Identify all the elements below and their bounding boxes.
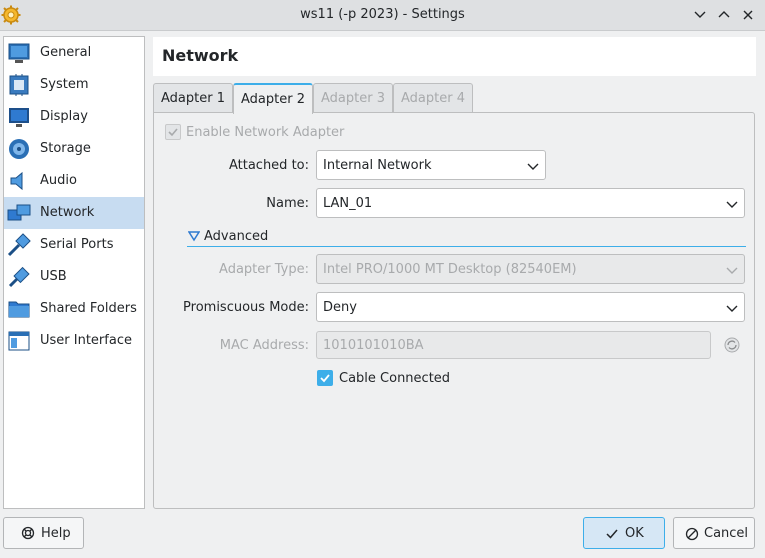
tab-label: Adapter 2 xyxy=(241,92,305,107)
adapter-type-value: Intel PRO/1000 MT Desktop (82540EM) xyxy=(323,262,577,277)
help-button[interactable]: Help xyxy=(3,517,84,549)
mac-address-label: MAC Address: xyxy=(219,338,309,353)
lifebuoy-icon xyxy=(21,526,35,540)
enable-adapter-label: Enable Network Adapter xyxy=(186,125,345,140)
sidebar-item-system[interactable]: System xyxy=(4,69,144,101)
adapter-type-label: Adapter Type: xyxy=(219,262,309,277)
chevron-down-icon xyxy=(726,267,738,274)
tab-label: Adapter 3 xyxy=(321,91,385,106)
storage-icon xyxy=(9,139,29,159)
sidebar-item-label: Audio xyxy=(40,173,77,188)
usb-icon xyxy=(8,266,30,288)
cancel-label: Cancel xyxy=(704,526,749,541)
name-label: Name: xyxy=(266,196,309,211)
sidebar-item-label: Network xyxy=(40,205,95,220)
attached-to-value: Internal Network xyxy=(323,158,432,173)
ok-label: OK xyxy=(625,526,644,541)
tab-label: Adapter 1 xyxy=(161,91,225,106)
title-bar: ws11 (-p 2023) - Settings xyxy=(0,0,765,31)
help-label: Help xyxy=(41,526,71,541)
refresh-mac-button[interactable] xyxy=(723,336,741,354)
general-icon xyxy=(8,43,30,63)
sidebar-item-serial-ports[interactable]: Serial Ports xyxy=(4,229,144,261)
maximize-button[interactable] xyxy=(715,6,733,24)
sidebar-item-shared-folders[interactable]: Shared Folders xyxy=(4,293,144,325)
audio-icon xyxy=(10,171,23,191)
enable-adapter-checkbox[interactable] xyxy=(165,124,181,140)
tab-label: Adapter 4 xyxy=(401,91,465,106)
promiscuous-mode-select[interactable]: Deny xyxy=(316,292,745,322)
tab-adapter-4[interactable]: Adapter 4 xyxy=(393,83,473,113)
checkmark-icon xyxy=(320,374,330,383)
window-title: ws11 (-p 2023) - Settings xyxy=(300,7,465,22)
promiscuous-mode-value: Deny xyxy=(323,300,357,315)
sidebar-item-usb[interactable]: USB xyxy=(4,261,144,293)
page-title: Network xyxy=(162,46,239,65)
promiscuous-mode-label: Promiscuous Mode: xyxy=(183,300,309,315)
minimize-button[interactable] xyxy=(691,6,709,24)
close-button[interactable] xyxy=(739,6,757,24)
system-icon xyxy=(9,74,29,96)
user-interface-icon xyxy=(8,331,30,351)
cable-connected-checkbox[interactable] xyxy=(317,370,333,386)
checkmark-icon xyxy=(168,128,178,137)
tab-adapter-2[interactable]: Adapter 2 xyxy=(233,83,313,114)
adapter-type-select[interactable]: Intel PRO/1000 MT Desktop (82540EM) xyxy=(316,254,745,284)
sidebar-item-label: Shared Folders xyxy=(40,301,137,316)
sidebar-item-general[interactable]: General xyxy=(4,37,144,69)
settings-sidebar: General System Display Storage Audio Net… xyxy=(3,36,145,509)
sidebar-item-label: Serial Ports xyxy=(40,237,114,252)
sidebar-item-network[interactable]: Network xyxy=(4,197,144,229)
chevron-down-icon xyxy=(726,201,738,208)
advanced-label: Advanced xyxy=(204,229,269,244)
sidebar-item-label: Display xyxy=(40,109,88,124)
sidebar-item-audio[interactable]: Audio xyxy=(4,165,144,197)
refresh-icon xyxy=(724,337,740,353)
mac-address-field[interactable]: 1010101010BA xyxy=(316,331,711,359)
sidebar-item-user-interface[interactable]: User Interface xyxy=(4,325,144,357)
checkmark-icon xyxy=(606,529,618,539)
chevron-down-icon xyxy=(726,305,738,312)
ok-button[interactable]: OK xyxy=(583,517,665,549)
chevron-down-icon xyxy=(527,163,539,170)
triangle-down-icon xyxy=(188,231,200,242)
page-header: Network xyxy=(153,37,756,76)
sidebar-item-label: General xyxy=(40,45,92,60)
sidebar-item-label: User Interface xyxy=(40,333,132,348)
advanced-divider xyxy=(187,246,746,247)
cancel-icon xyxy=(685,527,699,541)
attached-to-label: Attached to: xyxy=(228,158,309,173)
sidebar-item-display[interactable]: Display xyxy=(4,101,144,133)
chevron-down-icon xyxy=(694,11,706,18)
tab-adapter-3[interactable]: Adapter 3 xyxy=(313,83,393,113)
sidebar-item-label: System xyxy=(40,77,89,92)
network-icon xyxy=(7,204,31,221)
mac-address-value: 1010101010BA xyxy=(323,338,424,353)
close-icon xyxy=(743,10,753,20)
network-name-value: LAN_01 xyxy=(323,196,373,211)
display-icon xyxy=(9,108,29,127)
network-name-select[interactable]: LAN_01 xyxy=(316,188,745,218)
sidebar-item-storage[interactable]: Storage xyxy=(4,133,144,165)
sidebar-item-label: Storage xyxy=(40,141,91,156)
cable-connected-label: Cable Connected xyxy=(339,371,451,386)
sidebar-item-label: USB xyxy=(40,269,67,284)
attached-to-select[interactable]: Internal Network xyxy=(316,150,546,180)
cancel-button[interactable]: Cancel xyxy=(673,517,755,549)
advanced-toggle[interactable]: Advanced xyxy=(187,228,287,246)
shared-folders-icon xyxy=(8,301,30,318)
chevron-up-icon xyxy=(718,11,730,18)
tab-adapter-1[interactable]: Adapter 1 xyxy=(153,83,233,113)
serial-ports-icon xyxy=(7,233,31,257)
